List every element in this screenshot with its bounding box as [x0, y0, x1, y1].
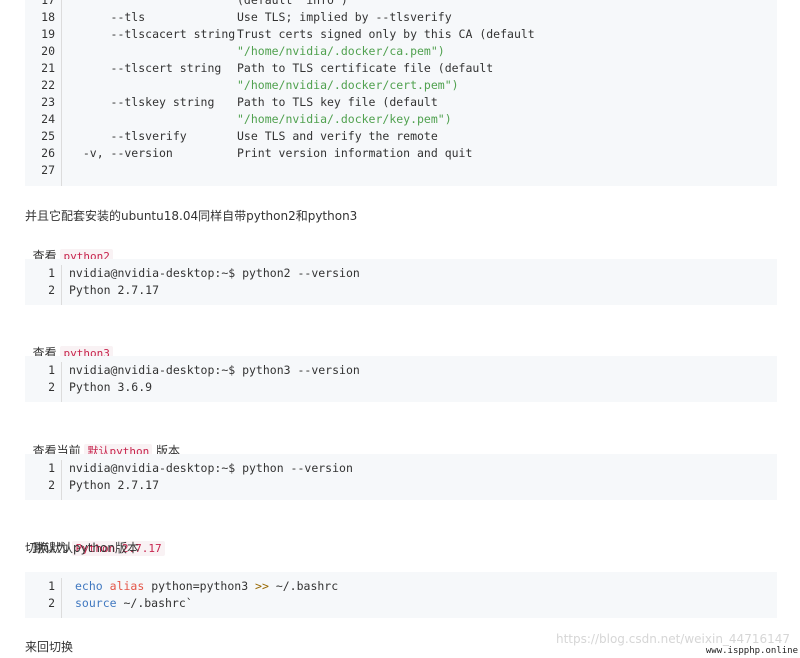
option-description: Path to TLS certificate file (default: [237, 61, 494, 75]
code-line: --tls Use TLS; implied by --tlsverify: [69, 9, 777, 26]
keyword-source: source: [75, 596, 117, 610]
line-number: 21: [41, 61, 55, 75]
code-text: ~/.bashrc`: [116, 596, 193, 610]
code-line: --tlscacert string Trust certs signed onl…: [69, 26, 777, 43]
code-block-docker-help: 17 18 19 20 21 22 23 24 25 26 27 (default "info") …: [25, 0, 777, 186]
line-number: 1: [48, 266, 55, 280]
option-description: Path to TLS key file (default: [237, 95, 438, 109]
line-number: 20: [41, 44, 55, 58]
operator-redirect: >>: [255, 579, 269, 593]
line-number: 2: [48, 283, 55, 297]
code-content: nvidia@nvidia-desktop:~$ python2 --versi…: [62, 265, 777, 305]
line-number: 1: [48, 363, 55, 377]
option-name: --tlskey string: [69, 95, 215, 109]
option-name: --tls: [69, 10, 146, 24]
option-name: --tlsverify: [69, 129, 187, 143]
line-number: 27: [41, 163, 55, 177]
line-number: 24: [41, 112, 55, 126]
option-name: --tlscert string: [69, 61, 222, 75]
paragraph-switch-default: 切换默认python版本: [25, 541, 139, 555]
option-description: Print version information and quit: [237, 146, 473, 160]
option-description: Trust certs signed only by this CA (defa…: [237, 27, 535, 41]
option-description: Use TLS and verify the remote: [237, 129, 438, 143]
code-line: "/home/nvidia/.docker/ca.pem"): [69, 43, 777, 60]
option-description: "/home/nvidia/.docker/key.pem"): [237, 112, 452, 126]
code-line: --tlscert string Path to TLS certificate …: [69, 60, 777, 77]
code-line: nvidia@nvidia-desktop:~$ python3 --versi…: [69, 363, 360, 377]
code-content: echo alias python=python3 >> ~/.bashrc s…: [62, 578, 777, 618]
line-number: 18: [41, 10, 55, 24]
line-numbers: 12: [25, 362, 62, 402]
line-numbers: 12: [25, 460, 62, 500]
option-description: Use TLS; implied by --tlsverify: [237, 10, 452, 24]
code-line: source ~/.bashrc`: [75, 595, 777, 612]
line-number: 26: [41, 146, 55, 160]
code-line: --tlskey string Path to TLS key file (def…: [69, 94, 777, 111]
line-numbers: 17 18 19 20 21 22 23 24 25 26 27: [25, 0, 62, 186]
site-stamp: www.ispphp.online: [705, 646, 798, 656]
line-number: 2: [48, 596, 55, 610]
line-number: 1: [48, 579, 55, 593]
code-line: --tlsverify Use TLS and verify the remote: [69, 128, 777, 145]
option-name: --tlscacert string: [69, 27, 236, 41]
code-text: python=python3: [144, 579, 256, 593]
line-number: 19: [41, 27, 55, 41]
code-line: nvidia@nvidia-desktop:~$ python2 --versi…: [69, 266, 360, 280]
option-description: "/home/nvidia/.docker/cert.pem"): [237, 78, 459, 92]
line-numbers: 12: [25, 578, 62, 618]
code-text: ~/.bashrc: [268, 579, 339, 593]
code-line: -v, --version Print version information a…: [69, 145, 777, 162]
line-number: 22: [41, 78, 55, 92]
code-line: nvidia@nvidia-desktop:~$ python --versio…: [69, 461, 353, 475]
code-block-python3-version: 12 nvidia@nvidia-desktop:~$ python3 --ve…: [25, 356, 777, 402]
code-content: nvidia@nvidia-desktop:~$ python --versio…: [62, 460, 777, 500]
code-line: Python 2.7.17: [69, 283, 160, 297]
line-number: 25: [41, 129, 55, 143]
option-description: "/home/nvidia/.docker/ca.pem"): [237, 44, 445, 58]
code-line: echo alias python=python3 >> ~/.bashrc: [75, 578, 777, 595]
paragraph-intro: 并且它配套安装的ubuntu18.04同样自带python2和python3: [25, 209, 358, 223]
keyword-alias: alias: [109, 579, 145, 593]
code-content: nvidia@nvidia-desktop:~$ python3 --versi…: [62, 362, 777, 402]
code-content: (default "info") --tls Use TLS; implied b…: [62, 0, 777, 186]
code-block-python2-version: 12 nvidia@nvidia-desktop:~$ python2 --ve…: [25, 259, 777, 305]
option-name: -v, --version: [69, 146, 173, 160]
watermark: https://blog.csdn.net/weixin_44716147: [555, 632, 790, 646]
line-number: 2: [48, 478, 55, 492]
code-line: Python 3.6.9: [69, 380, 153, 394]
line-numbers: 12: [25, 265, 62, 305]
keyword-echo: echo: [75, 579, 103, 593]
line-number: 17: [41, 0, 55, 7]
code-line: (default "info"): [69, 0, 777, 9]
code-line: "/home/nvidia/.docker/cert.pem"): [69, 77, 777, 94]
paragraph-toggle: 来回切换: [25, 640, 74, 654]
line-number: 2: [48, 380, 55, 394]
code-block-python-version: 12 nvidia@nvidia-desktop:~$ python --ver…: [25, 454, 777, 500]
code-line: "/home/nvidia/.docker/key.pem"): [69, 111, 777, 128]
line-number: 23: [41, 95, 55, 109]
code-line: Python 2.7.17: [69, 478, 160, 492]
line-number: 1: [48, 461, 55, 475]
option-description: (default "info"): [237, 0, 348, 7]
code-block-switch-python: 12 echo alias python=python3 >> ~/.bashr…: [25, 572, 777, 618]
